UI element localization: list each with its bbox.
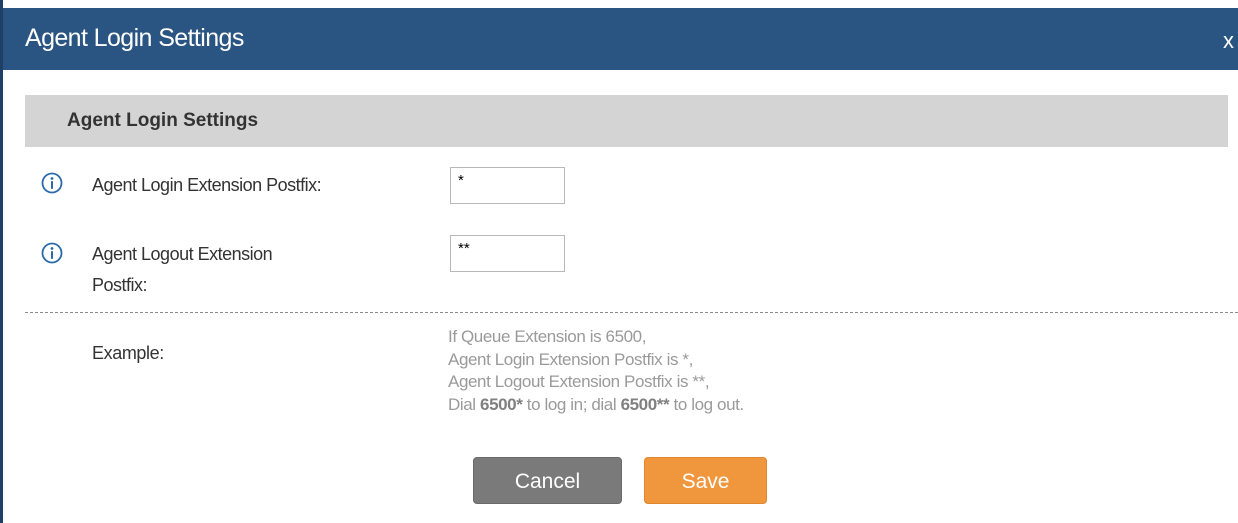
- example-login-code: 6500*: [480, 394, 523, 414]
- example-text: If Queue Extension is 6500, Agent Login …: [448, 326, 744, 416]
- example-line-4: Dial 6500* to log in; dial 6500** to log…: [448, 394, 744, 417]
- agent-login-settings-dialog: Agent Login Settings x Agent Login Setti…: [0, 0, 1238, 523]
- example-line-2: Agent Login Extension Postfix is *,: [448, 349, 693, 369]
- login-postfix-input[interactable]: [450, 167, 565, 204]
- close-button[interactable]: x: [1223, 28, 1234, 54]
- example-line-4-post: to log out.: [669, 394, 745, 414]
- example-line-3: Agent Logout Extension Postfix is **,: [448, 372, 710, 391]
- info-circle-icon[interactable]: [41, 242, 63, 264]
- section-title: Agent Login Settings: [67, 110, 259, 131]
- example-line-4-pre: Dial: [448, 394, 481, 414]
- example-line-4-mid: to log in; dial: [522, 394, 621, 414]
- login-postfix-label: Agent Login Extension Postfix:: [92, 175, 322, 195]
- dialog-titlebar: Agent Login Settings x: [3, 8, 1238, 70]
- example-label: Example:: [92, 343, 164, 363]
- logout-postfix-label-line1: Agent Logout Extension: [92, 244, 273, 264]
- example-logout-code: 6500**: [620, 394, 670, 414]
- section-header: Agent Login Settings: [25, 95, 1228, 147]
- logout-postfix-label-line2: Postfix:: [92, 275, 148, 295]
- cancel-button[interactable]: Cancel: [473, 457, 622, 504]
- info-circle-icon[interactable]: [41, 172, 63, 194]
- save-button[interactable]: Save: [644, 457, 767, 504]
- section-divider: [25, 312, 1238, 313]
- logout-postfix-input[interactable]: [450, 235, 565, 272]
- logout-postfix-label: Agent Logout Extension Postfix:: [92, 239, 273, 301]
- dialog-title: Agent Login Settings: [25, 24, 244, 52]
- example-line-1: If Queue Extension is 6500,: [448, 327, 647, 346]
